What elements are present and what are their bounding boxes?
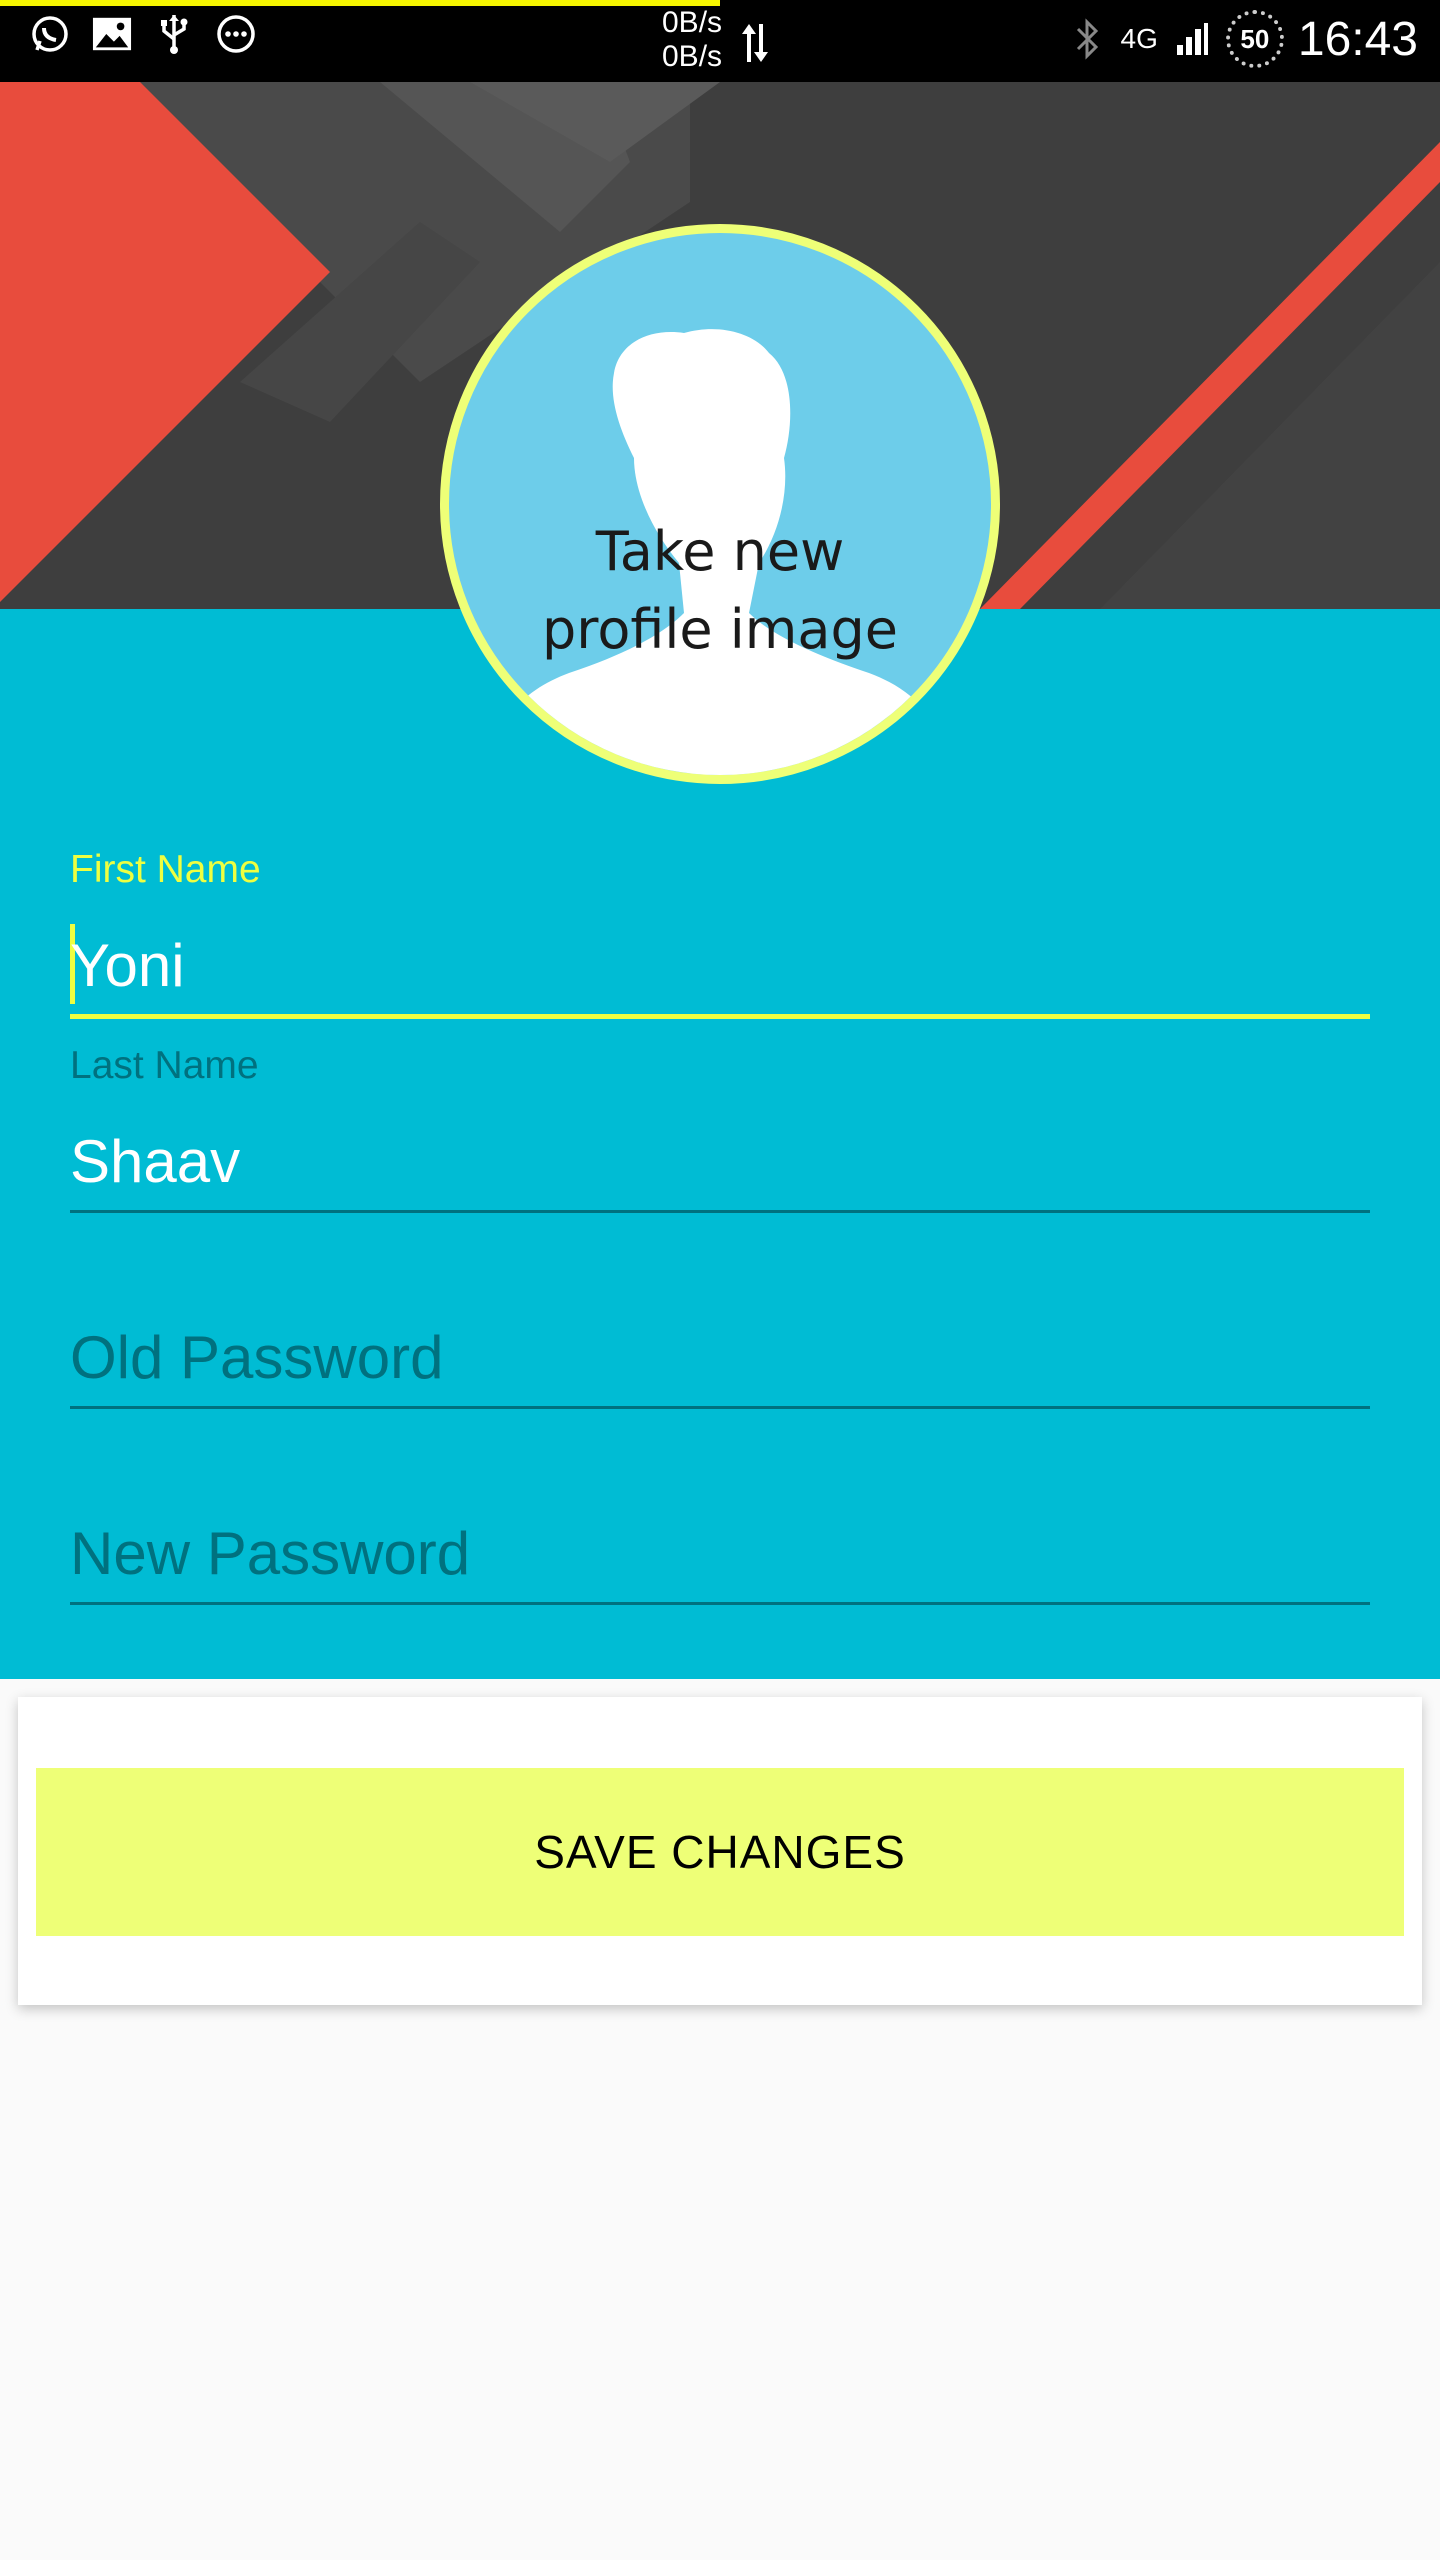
caption-line-2: profile image (542, 598, 898, 661)
old-password-input[interactable] (70, 1316, 1370, 1398)
network-type: 4G (1120, 23, 1158, 54)
first-name-field[interactable]: First Name (70, 840, 1370, 1040)
profile-image-caption: Take new profile image (449, 513, 991, 669)
new-password-input[interactable] (70, 1512, 1370, 1594)
more-icon (216, 14, 256, 54)
gallery-icon (92, 14, 132, 54)
clock: 16:43 (1297, 12, 1418, 66)
caption-line-1: Take new (595, 520, 845, 583)
first-name-input[interactable] (70, 924, 1370, 1006)
usb-icon (154, 14, 194, 54)
last-name-input[interactable] (70, 1120, 1370, 1202)
download-speed: 0B/s (662, 40, 723, 73)
data-transfer-icon (740, 22, 770, 68)
person-silhouette-icon (479, 329, 959, 775)
status-bar: 0B/s 0B/s 4G 50 16:43 (0, 0, 1440, 82)
notification-icons (30, 14, 256, 54)
save-card: SAVE CHANGES (18, 1697, 1422, 2005)
save-changes-button[interactable]: SAVE CHANGES (36, 1768, 1404, 1936)
profile-image-button[interactable]: Take new profile image (440, 224, 1000, 784)
whatsapp-icon (30, 14, 70, 54)
last-name-label: Last Name (70, 1044, 259, 1087)
first-name-underline (70, 1014, 1370, 1019)
battery-level: 50 (1240, 23, 1270, 54)
bluetooth-icon (1067, 18, 1107, 60)
battery-icon: 50 (1225, 10, 1284, 68)
old-password-field[interactable] (70, 1232, 1370, 1432)
system-indicators: 4G 50 16:43 (1067, 10, 1418, 68)
upload-speed: 0B/s (662, 6, 723, 39)
first-name-label: First Name (70, 848, 261, 891)
last-name-underline (70, 1210, 1370, 1213)
new-password-field[interactable] (70, 1428, 1370, 1628)
old-password-underline (70, 1406, 1370, 1409)
new-password-underline (70, 1602, 1370, 1605)
signal-icon (1172, 19, 1212, 59)
loading-progress-bar (0, 0, 720, 6)
network-speed: 0B/s 0B/s (662, 6, 722, 74)
last-name-field[interactable]: Last Name (70, 1036, 1370, 1236)
